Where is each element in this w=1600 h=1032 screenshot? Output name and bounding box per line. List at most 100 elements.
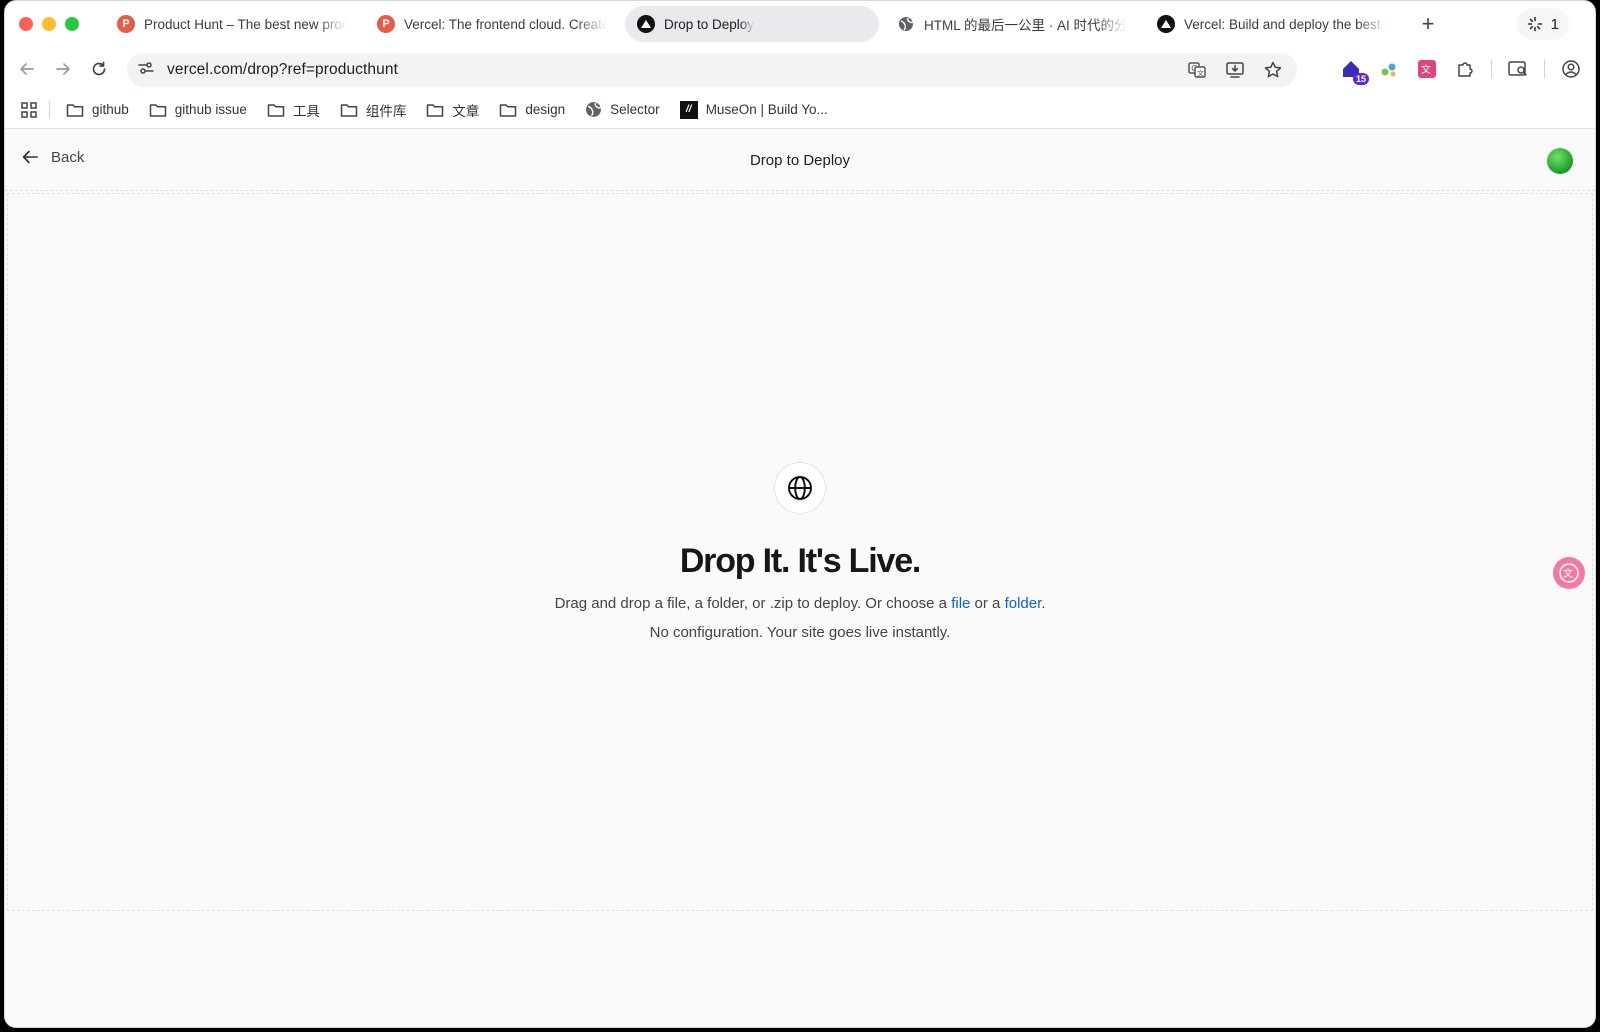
choose-folder-link[interactable]: folder	[1005, 595, 1042, 612]
instructions-prefix: Drag and drop a file, a folder, or .zip …	[554, 595, 952, 612]
instructions-text: Drag and drop a file, a folder, or .zip …	[8, 595, 1592, 612]
svg-text:文: 文	[1421, 63, 1431, 76]
bookmark-star-icon[interactable]	[1261, 58, 1285, 82]
folder-icon	[340, 103, 358, 117]
folder-icon	[66, 103, 84, 117]
folder-icon	[427, 103, 444, 117]
bookmarks-bar: github github issue 工具 组件库 文章 design Sel…	[5, 91, 1595, 129]
choose-file-link[interactable]: file	[951, 595, 970, 612]
back-nav-button[interactable]	[9, 53, 45, 85]
tab-product-hunt[interactable]: P Product Hunt – The best new products i…	[105, 6, 359, 42]
bookmarks-divider	[49, 100, 50, 119]
extensions-area: 15 文	[1339, 53, 1583, 85]
product-hunt-icon: P	[377, 15, 395, 33]
bookmark-folder-articles[interactable]: 文章	[416, 96, 489, 124]
forward-nav-button[interactable]	[45, 53, 81, 85]
bookmark-label: 工具	[292, 103, 320, 119]
product-hunt-icon: P	[117, 15, 135, 33]
drop-zone[interactable]: Drop It. It's Live. Drag and drop a file…	[7, 193, 1593, 911]
tab-title: HTML 的最后一公里 · AI 时代的分享	[924, 18, 1127, 33]
bookmark-label: design	[525, 102, 566, 117]
extension-badge: 15	[1352, 73, 1369, 85]
side-panel-search-icon[interactable]	[1506, 57, 1530, 81]
arrow-left-icon	[20, 63, 34, 75]
site-settings-icon[interactable]	[137, 59, 155, 82]
bookmark-folder-tools[interactable]: 工具	[257, 96, 330, 124]
back-button[interactable]: Back	[21, 148, 84, 166]
close-window-button[interactable]	[19, 17, 33, 31]
tab-count: 1	[1550, 15, 1559, 33]
address-bar[interactable]: vercel.com/drop?ref=producthunt G文	[127, 53, 1297, 87]
omnibox-actions: G文	[1185, 58, 1285, 82]
profile-icon[interactable]	[1559, 57, 1583, 81]
svg-text:文: 文	[1197, 69, 1204, 78]
toolbar-divider	[1491, 60, 1492, 78]
bookmark-folder-github-issue[interactable]: github issue	[139, 96, 257, 124]
toolbar: vercel.com/drop?ref=producthunt G文 15	[5, 47, 1595, 91]
arrow-right-icon	[56, 63, 70, 75]
arrow-left-icon	[22, 150, 38, 164]
tab-vercel-build-deploy[interactable]: Vercel: Build and deploy the best web ex…	[1145, 6, 1399, 42]
page-title: Drop to Deploy	[749, 151, 851, 169]
page-content: Back Drop to Deploy Drop It. It's Live.	[5, 130, 1595, 1027]
vercel-icon	[1157, 15, 1175, 33]
svg-text:文: 文	[1563, 567, 1573, 580]
instructions-suffix: .	[1041, 595, 1046, 612]
bookmark-folder-components[interactable]: 组件库	[330, 96, 417, 124]
window-controls	[5, 17, 105, 31]
molecule-extension-icon[interactable]	[1377, 57, 1401, 81]
puzzle-extensions-icon[interactable]	[1453, 57, 1477, 81]
avatar[interactable]	[1547, 148, 1573, 174]
museon-icon: //	[679, 100, 698, 119]
folder-icon	[267, 103, 285, 117]
bookmark-label: github	[92, 102, 129, 117]
maximize-window-button[interactable]	[65, 17, 79, 31]
bookmark-label: MuseOn | Build Yo...	[705, 102, 828, 117]
bookmark-folder-github[interactable]: github	[56, 96, 139, 124]
minimize-window-button[interactable]	[42, 17, 56, 31]
tab-title: Vercel: The frontend cloud. Create at th…	[404, 16, 607, 32]
vercel-icon	[637, 15, 655, 33]
house-extension-icon[interactable]: 15	[1339, 57, 1369, 85]
globe-icon	[586, 102, 602, 117]
tab-title: Product Hunt – The best new products in …	[144, 16, 347, 32]
tab-title: Drop to Deploy	[664, 16, 755, 32]
reload-icon	[92, 61, 106, 76]
toolbar-divider	[1544, 60, 1545, 78]
bookmark-label: 组件库	[365, 103, 407, 119]
bookmark-selector[interactable]: Selector	[575, 96, 670, 124]
folder-icon	[500, 103, 517, 117]
sparkle-loader-icon	[1527, 16, 1542, 32]
tab-title: Vercel: Build and deploy the best web ex…	[1184, 16, 1387, 32]
install-app-icon[interactable]	[1223, 58, 1247, 82]
floating-translate-icon[interactable]: 文	[1553, 557, 1585, 589]
bookmark-museon[interactable]: // MuseOn | Build Yo...	[670, 96, 838, 124]
globe-badge	[774, 462, 826, 514]
new-tab-button[interactable]: +	[1413, 11, 1443, 37]
reload-button[interactable]	[81, 53, 117, 85]
tagline-text: No configuration. Your site goes live in…	[649, 624, 951, 641]
tab-vercel-frontend-cloud[interactable]: P Vercel: The frontend cloud. Create at …	[365, 6, 619, 42]
headline: Drop It. It's Live.	[679, 542, 922, 580]
browser-window: P Product Hunt – The best new products i…	[4, 0, 1596, 1028]
bookmark-label: Selector	[610, 102, 660, 117]
translate-page-icon[interactable]: G文	[1185, 58, 1209, 82]
tab-html-article[interactable]: HTML 的最后一公里 · AI 时代的分享	[885, 6, 1139, 42]
folder-icon	[149, 103, 167, 117]
bookmark-label: github issue	[174, 102, 247, 117]
tabs: P Product Hunt – The best new products i…	[105, 1, 1443, 47]
globe-icon	[788, 476, 812, 500]
page-header: Back Drop to Deploy	[5, 130, 1595, 191]
tab-drop-to-deploy[interactable]: Drop to Deploy	[625, 6, 879, 42]
bookmark-folder-design[interactable]: design	[489, 96, 575, 124]
url-text: vercel.com/drop?ref=producthunt	[167, 61, 398, 78]
tab-strip: P Product Hunt – The best new products i…	[5, 1, 1595, 47]
back-label: Back	[51, 148, 85, 166]
tab-search-widget[interactable]: 1	[1516, 8, 1569, 40]
drop-zone-content: Drop It. It's Live. Drag and drop a file…	[8, 462, 1592, 641]
bookmark-label: 文章	[452, 103, 480, 119]
apps-grid-icon[interactable]	[17, 98, 41, 122]
translator-extension-icon[interactable]: 文	[1415, 57, 1439, 81]
instructions-middle: or a	[970, 595, 1005, 612]
globe-icon	[897, 15, 915, 33]
